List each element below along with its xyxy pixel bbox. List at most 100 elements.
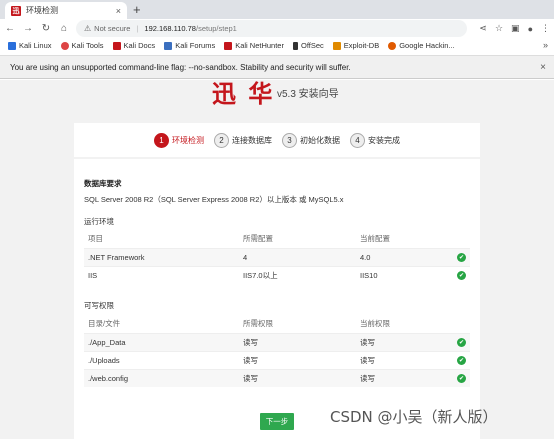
tab-title: 环境检测 [26, 6, 58, 15]
col-status [453, 314, 470, 333]
check-ok-icon: ✔ [457, 271, 466, 281]
step-environment-check: 1 环境检测 [154, 132, 204, 148]
kali-docs-icon [112, 41, 121, 50]
bookmark-kali-tools[interactable]: Kali Tools [60, 41, 104, 50]
next-step-button[interactable]: 下一步 [260, 413, 294, 430]
cell-required: 读写 [239, 332, 356, 351]
sandbox-warning-infobar: You are using an unsupported command-lin… [0, 55, 554, 79]
menu-icon[interactable]: ⋮ [541, 23, 550, 34]
bookmark-exploit-db[interactable]: Exploit-DB [332, 41, 380, 50]
bookmark-label: Kali Linux [19, 41, 52, 50]
brand-logo: 迅 华 [212, 80, 275, 108]
forward-icon[interactable]: → [20, 23, 36, 34]
google-hacking-icon [388, 41, 397, 50]
sidebar-icon[interactable]: ▣ [511, 23, 520, 34]
cell-status: ✔ [453, 350, 470, 369]
offsec-icon [292, 41, 298, 50]
tab-strip: 迅 环境检测 × + [0, 0, 554, 19]
col-required-permission: 所需权限 [239, 314, 356, 333]
infobar-close-icon[interactable]: × [540, 62, 546, 73]
bookmark-label: Kali Tools [71, 41, 104, 50]
cell-required: 读写 [239, 350, 356, 369]
profile-icon[interactable]: ● [528, 24, 533, 34]
bookmark-google-hacking[interactable]: Google Hackin... [388, 41, 455, 50]
step-init-data: 3 初始化数据 [282, 132, 340, 148]
cell-path: ./App_Data [84, 332, 239, 351]
runtime-title: 运行环境 [84, 217, 114, 226]
bookmarks-overflow-icon[interactable]: » [543, 38, 548, 53]
kali-tools-icon [60, 41, 69, 50]
bookmark-label: Kali Docs [123, 41, 156, 50]
step-number: 1 [154, 132, 169, 148]
bookmark-kali-linux[interactable]: Kali Linux [8, 41, 52, 50]
cell-item: IIS [84, 265, 239, 284]
col-path: 目录/文件 [84, 314, 239, 333]
reload-icon[interactable]: ↻ [38, 23, 54, 34]
tab-close-icon[interactable]: × [116, 6, 121, 16]
cell-current: 读写 [356, 368, 453, 387]
writable-title: 可写权限 [84, 301, 114, 310]
cell-status: ✔ [453, 368, 470, 387]
cell-required: 读写 [239, 368, 356, 387]
table-row: IIS IIS7.0以上 IIS10 ✔ [84, 265, 470, 284]
step-label: 初始化数据 [300, 135, 340, 145]
db-requirement-text: SQL Server 2008 R2（SQL Server Express 20… [84, 195, 344, 204]
bookmark-label: Google Hackin... [399, 41, 455, 50]
table-row: ./Uploads 读写 读写 ✔ [84, 350, 470, 369]
bookmark-label: Exploit-DB [343, 41, 380, 50]
site-favicon-icon: 迅 [11, 5, 21, 16]
bookmark-label: OffSec [300, 41, 324, 50]
permissions-table: 目录/文件 所需权限 当前权限 ./App_Data 读写 读写 ✔ ./Upl… [84, 314, 470, 387]
browser-toolbar: ← → ↻ ⌂ ⚠ Not secure | 192.168.110.78/se… [0, 19, 554, 38]
exploit-db-icon [332, 41, 341, 50]
cell-status: ✔ [453, 332, 470, 351]
page-viewport: 迅 华 v5.3 安装向导 1 环境检测 2 连接数据库 3 初始化数据 4 安… [0, 80, 554, 439]
installer-version-title: v5.3 安装向导 [277, 89, 339, 100]
bookmark-label: Kali NetHunter [235, 41, 284, 50]
cell-required: IIS7.0以上 [239, 265, 356, 284]
check-ok-icon: ✔ [457, 356, 466, 365]
step-number: 3 [282, 132, 297, 148]
warning-icon: ⚠ [84, 24, 92, 33]
kali-forums-icon [164, 41, 173, 50]
db-requirement-title: 数据库要求 [84, 179, 122, 188]
cell-status: ✔ [453, 265, 470, 284]
cell-current: 读写 [356, 350, 453, 369]
bookmark-kali-forums[interactable]: Kali Forums [164, 41, 215, 50]
cell-item-text: NET Framework [90, 252, 145, 262]
environment-check-panel: 数据库要求 SQL Server 2008 R2（SQL Server Expr… [74, 159, 480, 439]
col-item: 项目 [84, 229, 239, 248]
table-header-row: 目录/文件 所需权限 当前权限 [84, 314, 470, 333]
bookmark-offsec[interactable]: OffSec [292, 41, 324, 50]
cell-current: 4.0 [356, 247, 453, 266]
col-status [453, 229, 470, 248]
check-ok-icon: ✔ [457, 253, 466, 262]
check-ok-icon: ✔ [457, 374, 466, 384]
table-header-row: 项目 所需配置 当前配置 [84, 229, 470, 248]
home-icon[interactable]: ⌂ [56, 23, 72, 34]
kali-nethunter-icon [224, 41, 233, 50]
install-steps: 1 环境检测 2 连接数据库 3 初始化数据 4 安装完成 [74, 123, 480, 157]
tab-active[interactable]: 迅 环境检测 × [5, 2, 127, 19]
col-current: 当前配置 [356, 229, 453, 248]
address-bar[interactable]: ⚠ Not secure | 192.168.110.78/setup/step… [76, 20, 467, 37]
star-icon[interactable]: ☆ [495, 23, 503, 34]
col-required: 所需配置 [239, 229, 356, 248]
url-path: /setup/step1 [195, 24, 237, 33]
table-row: ./App_Data 读写 读写 ✔ [84, 332, 470, 351]
not-secure-label: Not secure [94, 24, 131, 33]
infobar-message: You are using an unsupported command-lin… [10, 62, 351, 72]
bookmark-kali-nethunter[interactable]: Kali NetHunter [224, 41, 284, 50]
new-tab-button[interactable]: + [133, 2, 141, 17]
bookmark-label: Kali Forums [175, 41, 216, 50]
check-ok-icon: ✔ [457, 338, 466, 347]
table-row: ./web.config 读写 读写 ✔ [84, 368, 470, 387]
back-icon[interactable]: ← [2, 23, 18, 34]
step-number: 2 [214, 132, 229, 148]
share-icon[interactable]: ⋖ [479, 23, 487, 34]
url-separator: | [136, 24, 139, 33]
bookmark-kali-docs[interactable]: Kali Docs [112, 41, 156, 50]
url-host: 192.168.110.78 [144, 24, 196, 33]
step-label: 环境检测 [172, 135, 204, 145]
toolbar-actions: ⋖ ☆ ▣ ● ⋮ [479, 19, 550, 38]
